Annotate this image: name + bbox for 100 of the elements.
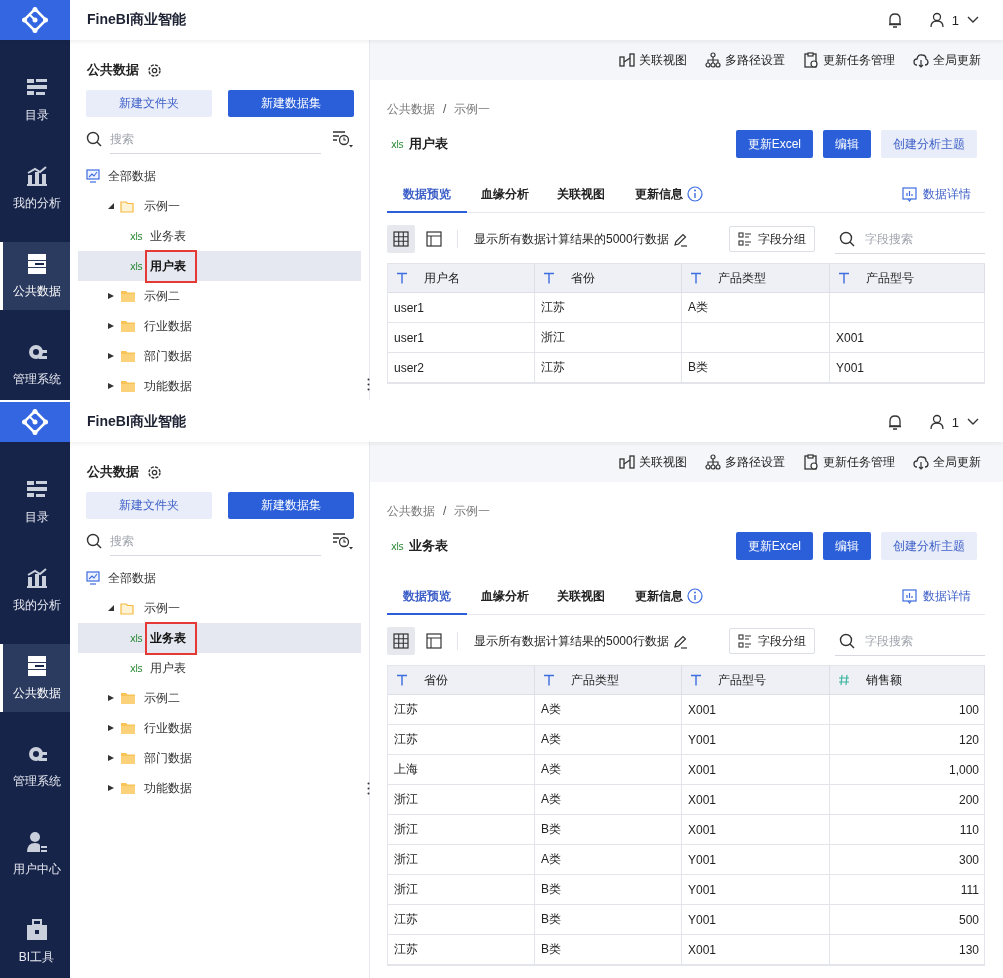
text-type-icon (543, 272, 555, 284)
search-field[interactable]: 搜索 (110, 124, 321, 154)
caret-right-icon[interactable] (108, 785, 114, 791)
column-header[interactable]: 产品类型 (535, 666, 682, 695)
tree-item[interactable]: 用户表 (148, 656, 189, 680)
field-search[interactable]: 字段搜索 (865, 224, 985, 253)
table-cell: 江苏 (388, 905, 535, 935)
new-folder-button[interactable]: 新建文件夹 (86, 90, 212, 117)
column-header[interactable]: 销售额 (830, 666, 985, 695)
pencil-icon[interactable] (672, 231, 688, 247)
caret-right-icon[interactable] (108, 695, 114, 701)
toolbar-button[interactable]: 更新任务管理 (803, 453, 895, 471)
table-cell: 200 (830, 785, 985, 815)
caret-down-icon[interactable] (108, 605, 114, 611)
grid-view-button[interactable] (387, 225, 415, 253)
user-menu[interactable]: 1 (929, 414, 979, 430)
table-cell: 浙江 (388, 815, 535, 845)
column-header[interactable]: 省份 (388, 666, 535, 695)
breadcrumb-separator: / (443, 102, 447, 116)
toolbar-button[interactable]: 多路径设置 (705, 51, 785, 69)
toolbar-button[interactable]: 关联视图 (619, 51, 687, 69)
tree-item[interactable]: 示例一 (142, 596, 182, 620)
app-title: FineBI商业智能 (87, 11, 186, 29)
caret-right-icon[interactable] (108, 725, 114, 731)
create-topic-button[interactable]: 创建分析主题 (881, 532, 977, 560)
tree-item[interactable]: 部门数据 (142, 344, 194, 368)
tab[interactable]: 数据预览 (387, 177, 467, 213)
nav-item[interactable]: 公共数据 (0, 644, 70, 712)
tree-item[interactable]: 全部数据 (106, 566, 158, 590)
tree-item[interactable]: 业务表 (148, 624, 195, 652)
toolbar-button[interactable]: 关联视图 (619, 453, 687, 471)
update-excel-button[interactable]: 更新Excel (735, 532, 813, 560)
data-detail-link[interactable]: 数据详情 (902, 579, 971, 614)
tab[interactable]: 更新信息 (619, 579, 719, 615)
new-dataset-button[interactable]: 新建数据集 (228, 492, 354, 519)
nav-item[interactable]: BI工具 (0, 908, 70, 976)
tree-item[interactable]: 业务表 (148, 224, 189, 248)
search-field[interactable]: 搜索 (110, 526, 321, 556)
tab[interactable]: 血缘分析 (467, 579, 543, 615)
toolbar-button[interactable]: 多路径设置 (705, 453, 785, 471)
breadcrumb-link[interactable]: 公共数据 (387, 100, 435, 118)
tree-item[interactable]: 示例二 (142, 284, 182, 308)
settings-icon (147, 464, 162, 480)
row-count-text: 显示所有数据计算结果的5000行数据 (474, 230, 669, 248)
pencil-icon[interactable] (672, 633, 688, 649)
tab[interactable]: 数据预览 (387, 579, 467, 615)
caret-right-icon[interactable] (108, 755, 114, 761)
column-header[interactable]: 产品型号 (830, 264, 985, 293)
nav-item[interactable]: 我的分析 (0, 154, 70, 222)
new-dataset-button[interactable]: 新建数据集 (228, 90, 354, 117)
toolbar-button[interactable]: 更新任务管理 (803, 51, 895, 69)
nav-item[interactable]: 我的分析 (0, 556, 70, 624)
tree-item[interactable]: 全部数据 (106, 164, 158, 188)
breadcrumb-link[interactable]: 示例一 (454, 502, 491, 520)
edit-button[interactable]: 编辑 (823, 130, 871, 158)
tree-item[interactable]: 部门数据 (142, 746, 194, 770)
nav-item[interactable]: 公共数据 (0, 242, 70, 310)
tree-item[interactable]: 功能数据 (142, 374, 194, 398)
folder-icon (120, 751, 136, 765)
nav-item[interactable]: 管理系统 (0, 732, 70, 800)
column-header[interactable]: 产品类型 (682, 264, 830, 293)
breadcrumb-link[interactable]: 公共数据 (387, 502, 435, 520)
tab[interactable]: 血缘分析 (467, 177, 543, 213)
nav-item[interactable]: 用户中心 (0, 820, 70, 888)
tab[interactable]: 关联视图 (543, 177, 619, 213)
edit-button[interactable]: 编辑 (823, 532, 871, 560)
column-header[interactable]: 产品型号 (682, 666, 830, 695)
caret-right-icon[interactable] (108, 383, 114, 389)
column-header[interactable]: 用户名 (388, 264, 535, 293)
field-group-button[interactable]: 字段分组 (729, 226, 815, 252)
user-menu[interactable]: 1 (929, 12, 979, 28)
tree-item[interactable]: 行业数据 (142, 314, 194, 338)
tree-item[interactable]: 行业数据 (142, 716, 194, 740)
new-folder-button[interactable]: 新建文件夹 (86, 492, 212, 519)
update-excel-button[interactable]: 更新Excel (735, 130, 813, 158)
field-group-button[interactable]: 字段分组 (729, 628, 815, 654)
grid-view-button[interactable] (387, 627, 415, 655)
nav-item[interactable]: 目录 (0, 468, 70, 536)
caret-down-icon[interactable] (108, 203, 114, 209)
column-header[interactable]: 省份 (535, 264, 682, 293)
breadcrumb-link[interactable]: 示例一 (454, 100, 491, 118)
nav-item[interactable]: 管理系统 (0, 330, 70, 398)
data-detail-link[interactable]: 数据详情 (902, 177, 971, 212)
tree-item[interactable]: 示例二 (142, 686, 182, 710)
text-type-icon (396, 272, 408, 284)
tab[interactable]: 关联视图 (543, 579, 619, 615)
tree-item[interactable]: 用户表 (148, 252, 195, 280)
nav-item[interactable]: 目录 (0, 66, 70, 134)
tree-item[interactable]: 示例一 (142, 194, 182, 218)
tree-item[interactable]: 功能数据 (142, 776, 194, 800)
toolbar-button[interactable]: 全局更新 (913, 453, 981, 471)
caret-right-icon[interactable] (108, 293, 114, 299)
grid-icon (393, 633, 409, 649)
text-type-icon (690, 272, 702, 284)
create-topic-button[interactable]: 创建分析主题 (881, 130, 977, 158)
caret-right-icon[interactable] (108, 323, 114, 329)
caret-right-icon[interactable] (108, 353, 114, 359)
toolbar-button[interactable]: 全局更新 (913, 51, 981, 69)
field-search[interactable]: 字段搜索 (865, 626, 985, 655)
tab[interactable]: 更新信息 (619, 177, 719, 213)
